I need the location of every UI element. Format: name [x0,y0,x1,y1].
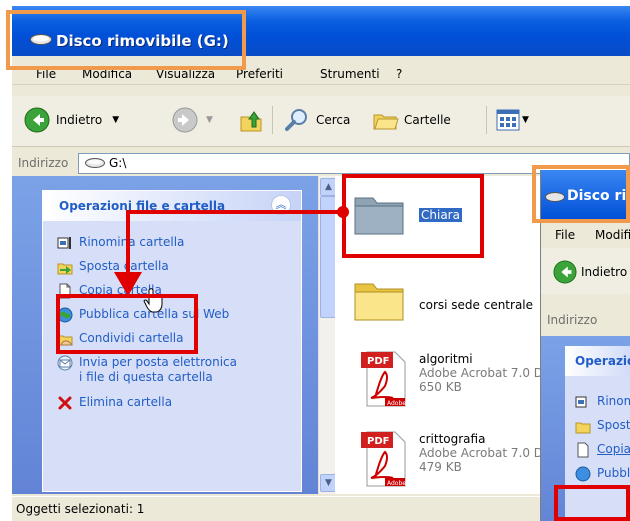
arrow-head-icon [114,272,142,296]
drag-arrow [114,206,349,296]
arrow-start-dot [337,206,349,218]
